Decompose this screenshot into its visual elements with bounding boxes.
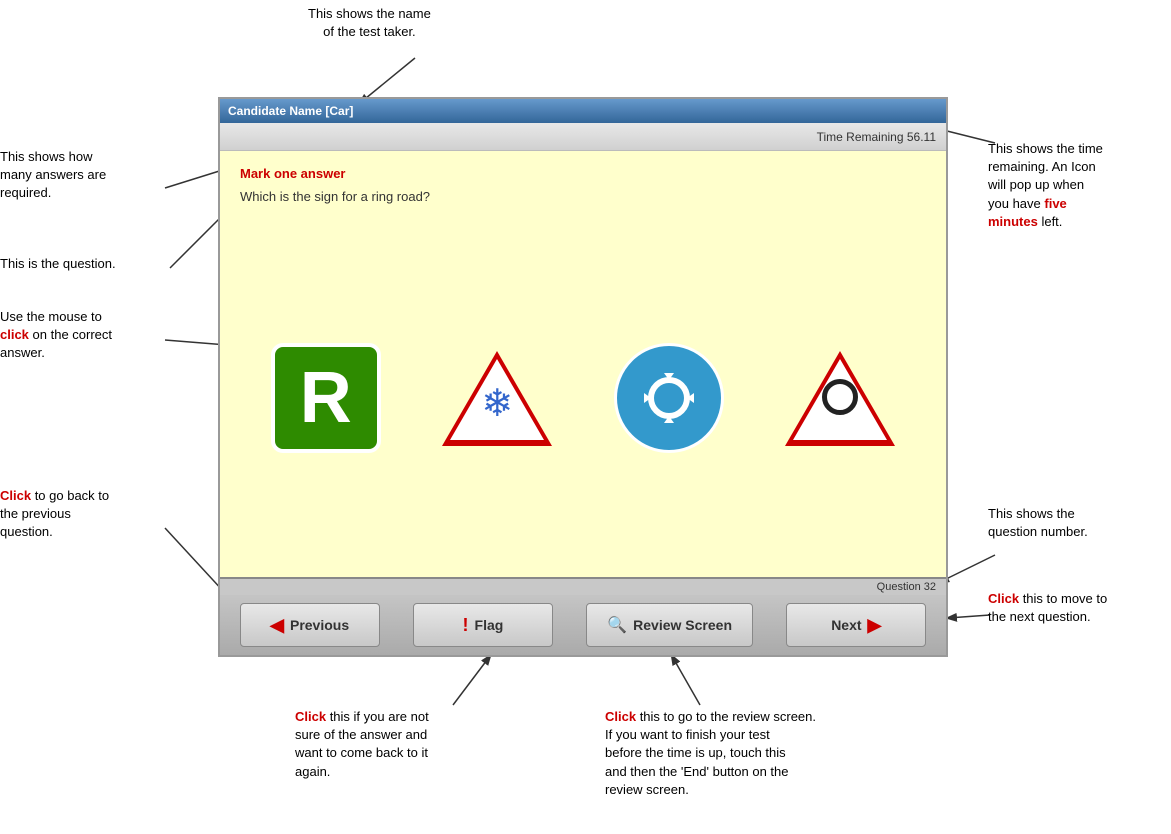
annotation-left-answers: This shows how many answers are required… bbox=[0, 148, 106, 203]
question-number-bar: Question 32 bbox=[220, 579, 946, 595]
annotation-left-mouse: Use the mouse to click on the correct an… bbox=[0, 308, 112, 363]
annotation-left-previous: Click to go back to the previous questio… bbox=[0, 487, 109, 542]
title-bar: Candidate Name [Car] bbox=[220, 99, 946, 123]
mark-answer-label: Mark one answer bbox=[240, 166, 926, 181]
review-label: Review Screen bbox=[633, 617, 732, 633]
question-number: Question 32 bbox=[877, 581, 936, 593]
roundabout-svg bbox=[634, 363, 704, 433]
nav-buttons: ◀ Previous ! Flag 🔍 Review Screen Next ▶ bbox=[220, 595, 946, 655]
question-text: Which is the sign for a ring road? bbox=[240, 189, 926, 204]
annotation-bottom-flag: Click this if you are not sure of the an… bbox=[295, 708, 429, 781]
review-icon: 🔍 bbox=[607, 615, 627, 635]
previous-label: Previous bbox=[290, 617, 349, 633]
annotation-bottom-review: Click this to go to the review screen. I… bbox=[605, 708, 816, 799]
toolbar: Time Remaining 56.11 bbox=[220, 123, 946, 151]
sign-roundabout bbox=[614, 343, 724, 453]
next-arrow-icon: ▶ bbox=[868, 615, 882, 636]
previous-arrow-icon: ◀ bbox=[270, 615, 284, 636]
answer-option-4[interactable] bbox=[765, 323, 915, 473]
sign-triangle-snowflake: ❄ bbox=[442, 351, 552, 446]
flag-label: Flag bbox=[475, 617, 504, 633]
annotation-top-center: This shows the name of the test taker. bbox=[308, 5, 431, 41]
annotation-right-question-number: This shows the question number. bbox=[988, 505, 1088, 541]
sign-r: R bbox=[271, 343, 381, 453]
main-window: Candidate Name [Car] Time Remaining 56.1… bbox=[218, 97, 948, 657]
answer-option-2[interactable]: ❄ bbox=[422, 323, 572, 473]
next-button[interactable]: Next ▶ bbox=[786, 603, 926, 647]
next-label: Next bbox=[831, 617, 861, 633]
previous-button[interactable]: ◀ Previous bbox=[240, 603, 380, 647]
flag-icon: ! bbox=[463, 615, 469, 636]
question-area: Mark one answer Which is the sign for a … bbox=[220, 151, 946, 577]
answer-option-1[interactable]: R bbox=[251, 323, 401, 473]
answer-option-3[interactable] bbox=[594, 323, 744, 473]
annotation-right-time: This shows the time remaining. An Icon w… bbox=[988, 140, 1168, 231]
nav-bar: Question 32 ◀ Previous ! Flag 🔍 Review S… bbox=[220, 577, 946, 655]
annotation-right-next: Click this to move to the next question. bbox=[988, 590, 1107, 626]
window-title: Candidate Name [Car] bbox=[228, 104, 353, 118]
answers-grid: R ❄ bbox=[240, 234, 926, 562]
flag-button[interactable]: ! Flag bbox=[413, 603, 553, 647]
annotation-left-question: This is the question. bbox=[0, 255, 116, 273]
sign-triangle-ring bbox=[785, 351, 895, 446]
time-remaining: Time Remaining 56.11 bbox=[817, 130, 936, 144]
review-screen-button[interactable]: 🔍 Review Screen bbox=[586, 603, 753, 647]
